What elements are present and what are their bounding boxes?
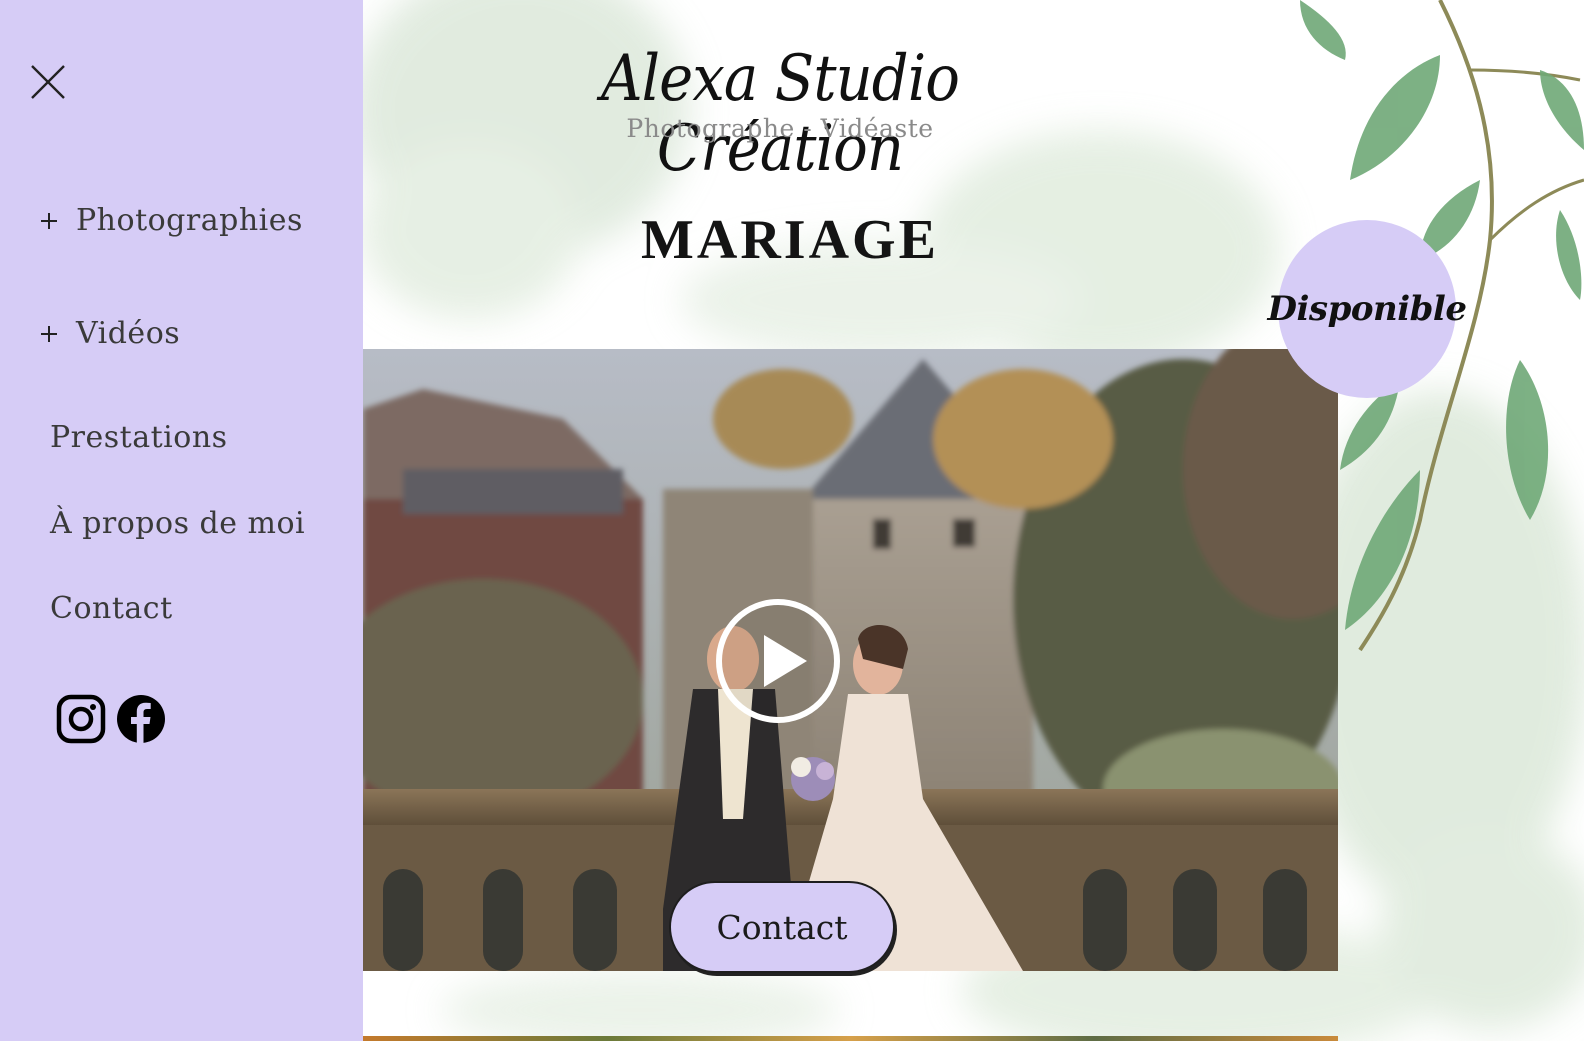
menu-item-videos[interactable]: Vidéos [38,316,180,351]
menu-item-prestations[interactable]: Prestations [50,420,228,455]
side-menu: Photographies Vidéos Prestations À propo… [0,0,363,1041]
menu-item-contact[interactable]: Contact [50,591,173,626]
instagram-icon[interactable] [56,694,106,744]
menu-item-label: Vidéos [76,316,181,351]
menu-item-photographies[interactable]: Photographies [38,203,303,238]
brand-header: Alexa Studio Création Photographe - Vidé… [505,44,1055,185]
next-section-preview [363,1036,1338,1041]
menu-item-label: Photographies [76,203,303,238]
page-title: MARIAGE [641,209,939,271]
availability-badge: Disponible [1268,220,1467,398]
social-links [56,694,166,744]
menu-item-label: Contact [50,591,173,626]
brand-subtitle: Photographe - Vidéaste [626,114,934,143]
menu-item-label: À propos de moi [50,506,306,541]
contact-button[interactable]: Contact [669,881,895,973]
close-icon[interactable] [28,62,68,102]
plus-icon [38,210,60,232]
facebook-icon[interactable] [116,694,166,744]
menu-item-a-propos[interactable]: À propos de moi [50,506,305,541]
play-icon[interactable] [714,597,842,725]
hero-video-thumbnail[interactable] [363,349,1338,971]
plus-icon [38,323,60,345]
menu-item-label: Prestations [50,420,228,455]
availability-badge-label: Disponible [1267,289,1467,329]
